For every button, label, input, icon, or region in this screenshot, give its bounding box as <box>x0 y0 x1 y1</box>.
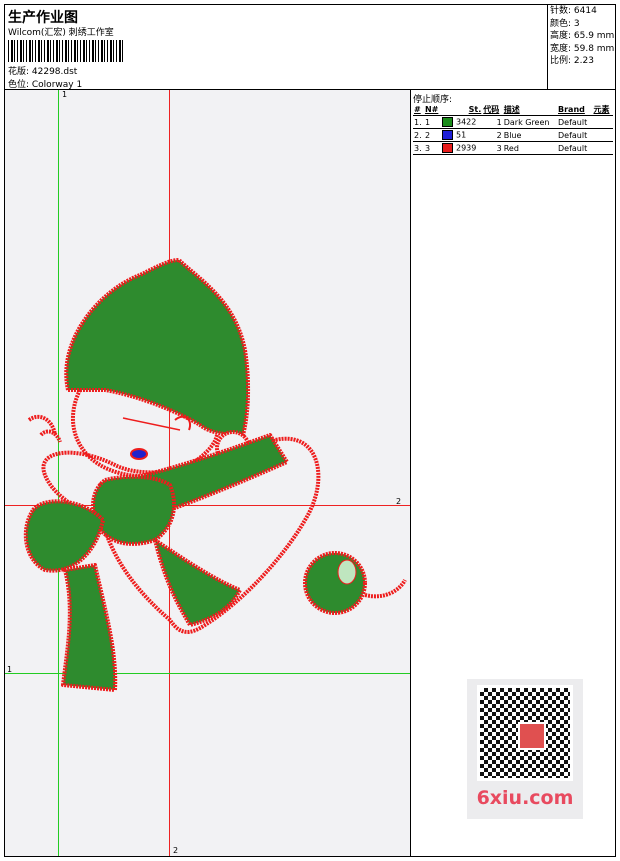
row-code: 1 <box>482 115 503 129</box>
design-stats: 针数: 6414 颜色: 3 高度: 65.9 mm 宽度: 59.8 mm 比… <box>547 5 615 89</box>
color-swatch <box>442 130 454 140</box>
hat-shape <box>64 258 251 437</box>
colorway: 色位: Colorway 1 <box>8 80 83 90</box>
stop-sequence-table: # N# St. 代码 描述 Brand 元素 1. 1 3422 1 Dark… <box>413 104 613 155</box>
row-index: 2. <box>413 128 424 142</box>
eye-left <box>130 448 148 460</box>
col-brand: Brand <box>557 104 593 116</box>
watermark-text: 6xiu.com <box>476 787 574 809</box>
eye-line <box>122 417 181 431</box>
row-element <box>592 141 613 155</box>
eye-right <box>174 415 191 431</box>
stitch-value: 3422 <box>456 117 477 127</box>
color-swatch <box>442 117 454 127</box>
ornament-ball <box>303 551 367 615</box>
col-index: # <box>413 104 424 116</box>
qr-code <box>477 685 573 781</box>
stitch-value: 2939 <box>456 143 477 153</box>
row-element <box>592 128 613 142</box>
design-file: 花版: 42298.dst <box>8 67 78 77</box>
row-desc: Dark Green <box>502 115 557 129</box>
row-st: 2939 <box>441 141 483 155</box>
scarf-knot <box>91 474 176 546</box>
table-header-row: # N# St. 代码 描述 Brand 元素 <box>413 104 613 116</box>
design-width: 宽度: 59.8 mm <box>550 43 615 54</box>
table-row: 2. 2 51 2 Blue Default <box>413 128 613 142</box>
row-n: 1 <box>423 115 442 129</box>
scarf-tail-left <box>61 563 118 692</box>
row-brand: Default <box>557 128 593 142</box>
design-preview: 1 2 1 2 <box>5 90 411 856</box>
col-st: St. <box>441 104 483 116</box>
qr-logo <box>518 722 546 750</box>
row-brand: Default <box>557 115 593 129</box>
table-row: 3. 3 2939 3 Red Default <box>413 141 613 155</box>
hair-curl <box>27 414 62 443</box>
col-desc: 描述 <box>502 104 557 116</box>
row-desc: Blue <box>502 128 557 142</box>
row-code: 2 <box>482 128 503 142</box>
row-st: 3422 <box>441 115 483 129</box>
color-swatch <box>442 143 454 153</box>
row-element <box>592 115 613 129</box>
ornament-string <box>364 578 407 599</box>
col-n: N# <box>423 104 442 116</box>
row-code: 3 <box>482 141 503 155</box>
col-element: 元素 <box>592 104 613 116</box>
sheet-title: 生产作业图 <box>8 10 78 26</box>
col-code: 代码 <box>482 104 503 116</box>
scarf-left-loop <box>23 499 105 573</box>
design-ratio: 比例: 2.23 <box>550 56 594 66</box>
table-row: 1. 1 3422 1 Dark Green Default <box>413 115 613 129</box>
row-desc: Red <box>502 141 557 155</box>
row-index: 3. <box>413 141 424 155</box>
stitch-value: 51 <box>456 130 467 140</box>
sheet-header: 生产作业图 Wilcom(汇宏) 刺绣工作室 花版: 42298.dst 色位:… <box>5 5 615 90</box>
embroidery-design <box>23 258 407 692</box>
row-brand: Default <box>557 141 593 155</box>
stitch-count: 针数: 6414 <box>550 6 597 16</box>
barcode <box>8 40 123 62</box>
row-st: 51 <box>441 128 483 142</box>
row-n: 3 <box>423 141 442 155</box>
row-n: 2 <box>423 128 442 142</box>
design-height: 高度: 65.9 mm <box>550 31 615 41</box>
row-index: 1. <box>413 115 424 129</box>
color-count: 颜色: 3 <box>550 18 580 29</box>
ornament-highlight <box>337 559 357 585</box>
studio-name: Wilcom(汇宏) 刺绣工作室 <box>8 28 114 38</box>
watermark-qr: 6xiu.com <box>467 679 583 819</box>
scarf-tail-right <box>153 538 242 627</box>
